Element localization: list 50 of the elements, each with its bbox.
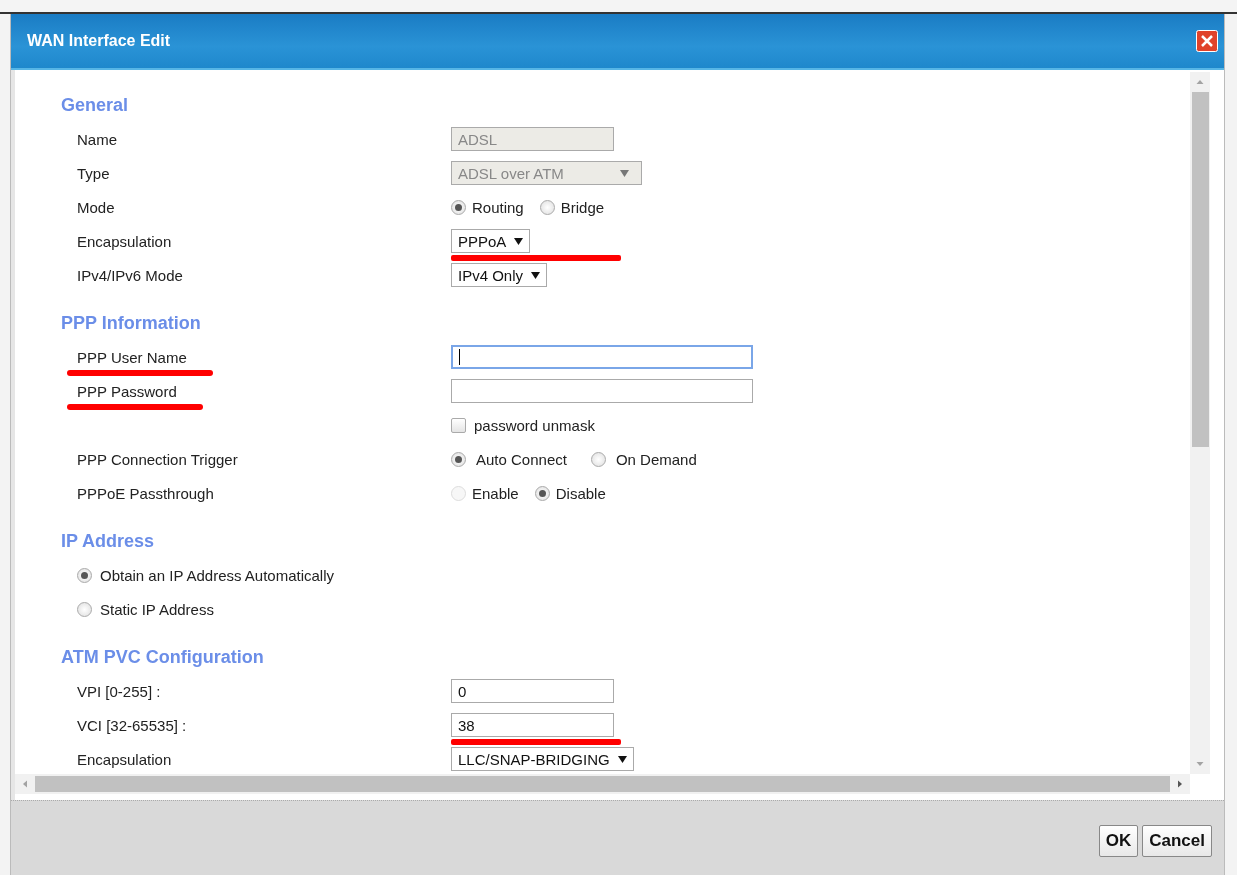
input-field[interactable] — [451, 345, 753, 369]
radio-label: Obtain an IP Address Automatically — [100, 566, 335, 584]
checkbox-label: password unmask — [474, 416, 595, 434]
dialog-button[interactable]: OK — [1098, 825, 1139, 857]
checkbox[interactable] — [451, 417, 466, 433]
dialog-title: WAN Interface Edit — [27, 32, 171, 50]
caret-icon — [619, 169, 629, 177]
field-label: Encapsulation — [77, 750, 172, 768]
dropdown[interactable]: PPPoA — [451, 229, 531, 253]
vertical-scrollbar[interactable] — [1190, 72, 1210, 774]
radio-label: Auto Connect — [476, 450, 567, 468]
radio-label: Static IP Address — [100, 600, 214, 618]
field-label: Mode — [77, 198, 115, 216]
caret-icon — [514, 237, 524, 245]
dialog-button[interactable]: Cancel — [1142, 825, 1212, 857]
radio-label: On Demand — [615, 450, 697, 468]
field-label: PPP Connection Trigger — [77, 450, 238, 468]
radio-button[interactable] — [77, 567, 92, 583]
field-label: PPPoE Passthrough — [77, 484, 214, 502]
dropdown[interactable]: LLC/SNAP-BRIDGING — [451, 747, 634, 771]
radio-button[interactable] — [590, 451, 606, 467]
caret-icon — [531, 271, 541, 279]
radio-button[interactable] — [534, 485, 550, 501]
field-label: VPI [0-255] : — [77, 682, 161, 700]
dropdown[interactable]: IPv4 Only — [451, 263, 548, 287]
field-label: PPP Password — [77, 382, 177, 400]
field-label: Name — [77, 130, 117, 148]
radio-button[interactable] — [451, 451, 466, 467]
section-heading: General — [61, 94, 130, 117]
section-heading: PPP Information — [61, 312, 202, 335]
field-label: PPP User Name — [77, 348, 187, 366]
section-heading: IP Address — [61, 530, 156, 553]
radio-label: Enable — [472, 484, 519, 502]
radio-button[interactable] — [451, 199, 466, 215]
radio-button[interactable] — [539, 199, 555, 215]
caret-icon — [617, 755, 627, 763]
radio-button[interactable] — [77, 601, 92, 617]
horizontal-scrollbar[interactable] — [15, 774, 1190, 794]
input-field[interactable]: 38 — [451, 713, 614, 737]
close-icon[interactable] — [1196, 30, 1218, 52]
field-label: VCI [32-65535] : — [77, 716, 187, 734]
field-label: IPv4/IPv6 Mode — [77, 266, 183, 284]
input-field[interactable] — [451, 379, 753, 403]
field-label: Encapsulation — [77, 232, 172, 250]
radio-label: Bridge — [560, 198, 605, 216]
radio-label: Disable — [555, 484, 606, 502]
section-heading: ATM PVC Configuration — [61, 646, 265, 669]
input-field[interactable]: 0 — [451, 679, 614, 703]
field-label: Type — [77, 164, 110, 182]
radio-label: Routing — [472, 198, 524, 216]
